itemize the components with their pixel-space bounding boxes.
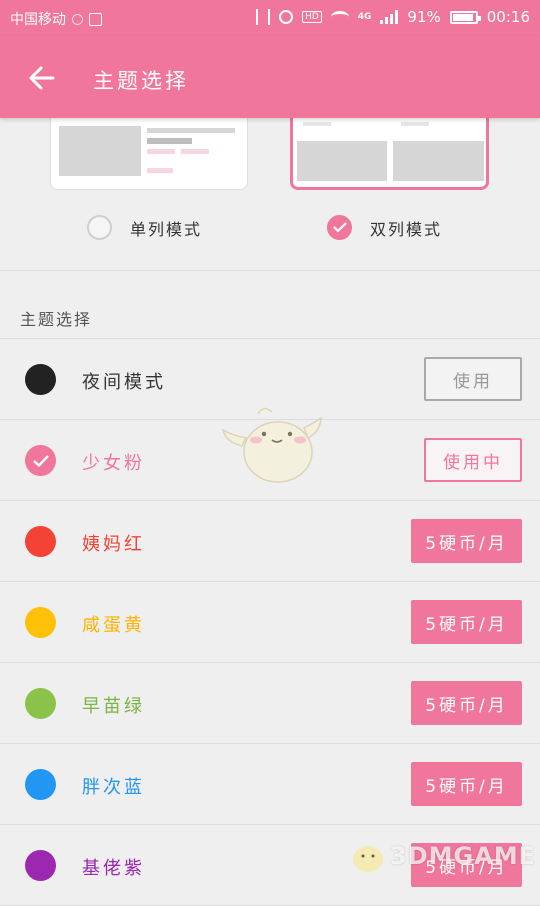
theme-name: 胖次蓝	[82, 777, 145, 798]
theme-color-dot	[25, 850, 56, 881]
theme-color-dot	[25, 364, 56, 395]
double-column-preview[interactable]	[290, 110, 489, 190]
single-column-label: 单列模式	[130, 219, 203, 239]
theme-color-dot	[25, 769, 56, 800]
theme-name: 咸蛋黄	[82, 615, 145, 636]
back-button[interactable]	[22, 58, 62, 98]
use-theme-button[interactable]: 使用	[424, 357, 522, 401]
theme-section-title: 主题选择	[20, 310, 93, 329]
status-bar: 中国移动 HD 4G 91% 00:16	[0, 0, 540, 36]
page-title: 主题选择	[93, 69, 189, 93]
notification-dot-icon	[72, 13, 83, 25]
theme-name: 姨妈红	[82, 534, 145, 555]
theme-row-green[interactable]: 早苗绿 5硬币/月	[0, 663, 540, 744]
theme-row-blue[interactable]: 胖次蓝 5硬币/月	[0, 744, 540, 825]
single-column-option[interactable]: 单列模式	[87, 215, 202, 240]
battery-percent: 91%	[407, 8, 441, 26]
theme-row-red[interactable]: 姨妈红 5硬币/月	[0, 501, 540, 582]
theme-name: 少女粉	[82, 453, 145, 474]
double-column-option[interactable]: 双列模式	[327, 215, 442, 240]
arrow-left-icon	[29, 66, 55, 90]
clock: 00:16	[486, 8, 530, 26]
buy-theme-button[interactable]: 5硬币/月	[411, 762, 522, 806]
theme-color-dot	[25, 607, 56, 638]
buy-theme-button[interactable]: 5硬币/月	[411, 681, 522, 725]
theme-name: 夜间模式	[82, 372, 166, 393]
mascot-sticker-icon	[221, 407, 322, 483]
single-column-preview[interactable]	[50, 110, 248, 190]
buy-theme-button[interactable]: 5硬币/月	[411, 519, 522, 563]
mascot-logo-icon	[353, 846, 383, 872]
theme-color-dot	[25, 526, 56, 557]
app-bar: 主题选择	[0, 36, 540, 118]
network-type-label: 4G	[357, 12, 372, 22]
image-notification-icon	[89, 12, 102, 26]
carrier-label: 中国移动	[10, 12, 66, 28]
wifi-icon	[330, 11, 349, 23]
single-column-radio[interactable]	[87, 215, 112, 240]
theme-row-yellow[interactable]: 咸蛋黄 5硬币/月	[0, 582, 540, 663]
selected-check-icon	[25, 445, 56, 476]
battery-icon	[449, 10, 481, 24]
layout-mode-section: 单列模式 双列模式	[0, 110, 540, 271]
buy-theme-button[interactable]: 5硬币/月	[411, 600, 522, 644]
alarm-icon	[279, 10, 294, 24]
double-column-label: 双列模式	[370, 219, 443, 239]
watermark-text: 3DMGAME	[390, 842, 537, 870]
signal-icon	[380, 10, 399, 24]
hd-icon: HD	[302, 11, 322, 23]
theme-name: 基佬紫	[82, 858, 145, 879]
theme-name: 早苗绿	[82, 696, 145, 717]
check-icon	[332, 222, 347, 233]
vibrate-icon	[256, 9, 271, 25]
double-column-radio[interactable]	[327, 215, 352, 240]
watermark: 3DMGAME	[348, 836, 536, 876]
theme-in-use-button[interactable]: 使用中	[424, 438, 522, 482]
theme-color-dot	[25, 688, 56, 719]
